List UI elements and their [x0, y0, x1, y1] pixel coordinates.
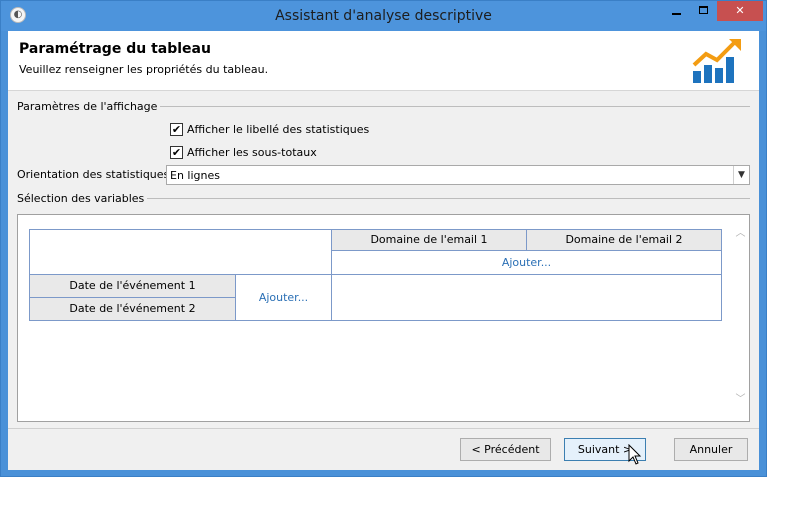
dialog-window: ◐ Assistant d'analyse descriptive ✕ Para… — [0, 0, 767, 477]
page-title: Paramétrage du tableau — [19, 41, 211, 57]
corner-cell — [29, 229, 332, 275]
orientation-select[interactable]: En lignes ▼ — [166, 165, 750, 185]
row-header-event-date-2[interactable]: Date de l'événement 2 — [29, 297, 236, 321]
scroll-up-icon[interactable]: ︿ — [732, 225, 749, 242]
show-subtotals-text: Afficher les sous-totaux — [187, 146, 317, 159]
vertical-scrollbar[interactable]: ︿ ﹀ — [732, 215, 749, 421]
previous-button[interactable]: < Précédent — [460, 438, 551, 461]
variables-panel: Domaine de l'email 1 Domaine de l'email … — [17, 214, 750, 422]
column-header-email-domain-2[interactable]: Domaine de l'email 2 — [526, 229, 722, 251]
row-header-event-date-1[interactable]: Date de l'événement 1 — [29, 274, 236, 298]
minimize-button[interactable] — [663, 1, 690, 21]
scroll-down-icon[interactable]: ﹀ — [732, 391, 749, 408]
show-stat-label-text: Afficher le libellé des statistiques — [187, 123, 370, 136]
add-column-link[interactable]: Ajouter... — [331, 250, 722, 275]
maximize-icon — [699, 6, 708, 14]
check-icon: ✔ — [171, 146, 182, 159]
cancel-button[interactable]: Annuler — [674, 438, 748, 461]
display-settings-label: Paramètres de l'affichage — [17, 100, 161, 113]
growth-chart-icon — [692, 39, 741, 83]
values-area — [331, 274, 722, 321]
window-title: Assistant d'analyse descriptive — [275, 8, 492, 24]
check-icon: ✔ — [171, 123, 182, 136]
mouse-pointer-icon — [628, 444, 642, 465]
orientation-value: En lignes — [170, 169, 220, 182]
close-icon: ✕ — [735, 4, 745, 17]
show-subtotals-checkbox[interactable]: ✔ — [170, 146, 183, 159]
chevron-down-icon[interactable]: ▼ — [733, 166, 749, 184]
column-header-email-domain-1[interactable]: Domaine de l'email 1 — [331, 229, 527, 251]
variables-label: Sélection des variables — [17, 192, 148, 205]
show-stat-label-checkbox[interactable]: ✔ — [170, 123, 183, 136]
add-row-link[interactable]: Ajouter... — [235, 274, 332, 321]
close-button[interactable]: ✕ — [717, 1, 763, 21]
title-bar[interactable]: ◐ Assistant d'analyse descriptive ✕ — [1, 1, 766, 31]
footer-divider — [8, 428, 759, 429]
orientation-label: Orientation des statistiques: — [17, 168, 173, 181]
page-subtitle: Veuillez renseigner les propriétés du ta… — [19, 63, 269, 76]
dialog-client-area: Paramétrage du tableau Veuillez renseign… — [8, 31, 759, 470]
maximize-button[interactable] — [690, 1, 717, 21]
wizard-header: Paramétrage du tableau Veuillez renseign… — [8, 31, 759, 91]
minimize-icon — [672, 13, 681, 15]
